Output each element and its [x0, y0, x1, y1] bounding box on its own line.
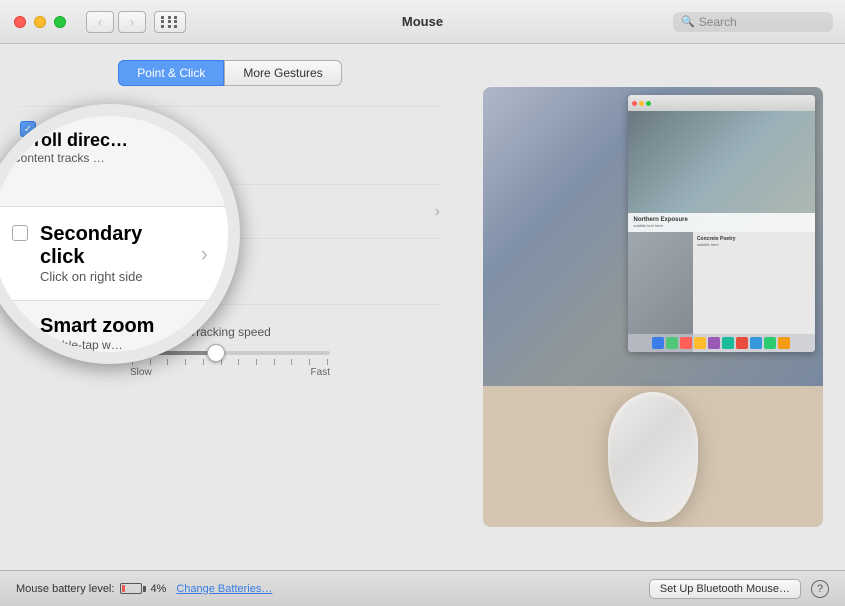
slider-labels: Slow Fast [130, 367, 330, 378]
preview-desktop: Northern Exposure subtitle text here Con… [483, 87, 823, 386]
pw-close [632, 101, 637, 106]
bottom-bar: Mouse battery level: 4% Change Batteries… [0, 570, 845, 606]
mag-smart-text: Smart zoom Double-tap w… [40, 315, 208, 352]
mag-secondary-title: Secondary click [40, 223, 189, 269]
main-content: Point & Click More Gestures Scroll direc… [0, 44, 845, 570]
pw-min [639, 101, 644, 106]
mag-smart-zoom: Smart zoom Double-tap w… [0, 301, 228, 352]
mag-secondary-checkbox [12, 225, 28, 241]
mouse-image-area [483, 386, 823, 527]
preview-window-content: Northern Exposure subtitle text here Con… [628, 111, 815, 352]
dock-icon-4 [694, 337, 706, 349]
back-button[interactable]: ‹ [86, 11, 114, 33]
slider-fast-label: Fast [311, 367, 330, 378]
mag-secondary-click: Secondary click Click on right side › [0, 206, 228, 301]
mag-smart-sub: Double-tap w… [40, 338, 208, 352]
setup-bluetooth-button[interactable]: Set Up Bluetooth Mouse… [649, 579, 801, 599]
dock-icon-10 [778, 337, 790, 349]
mouse-preview: Northern Exposure subtitle text here Con… [483, 87, 823, 527]
slider-ticks [130, 359, 330, 365]
search-placeholder: Search [699, 15, 737, 29]
secondary-click-arrow: › [435, 203, 440, 221]
card-top-subtitle: subtitle text here [634, 223, 809, 228]
left-panel: Point & Click More Gestures Scroll direc… [0, 44, 460, 570]
dock-icon-8 [750, 337, 762, 349]
tabs-container: Point & Click More Gestures [20, 60, 440, 86]
battery-percentage: 4% [150, 583, 166, 595]
card-bottom-sub: subtitle here [697, 242, 736, 247]
preview-card-top: Northern Exposure subtitle text here [628, 111, 815, 232]
chevron-left-icon: ‹ [98, 15, 102, 29]
window-title: Mouse [402, 14, 443, 29]
preview-window-titlebar [628, 95, 815, 111]
dock-icon-1 [652, 337, 664, 349]
tracking-slider-container: Slow Fast [130, 351, 330, 378]
mouse-shape [608, 392, 698, 522]
slider-slow-label: Slow [130, 367, 152, 378]
search-box[interactable]: 🔍 Search [673, 12, 833, 32]
dock-icon-3 [680, 337, 692, 349]
dock-icon-9 [764, 337, 776, 349]
tab-more-gestures[interactable]: More Gestures [224, 60, 341, 86]
battery-icon [120, 583, 146, 594]
mag-secondary-text: Secondary click Click on right side [40, 223, 189, 284]
mag-smart-title: Smart zoom [40, 315, 208, 338]
tab-point-click[interactable]: Point & Click [118, 60, 224, 86]
card-bottom-title: Concrete Poetry [697, 236, 736, 242]
window-controls [0, 16, 66, 28]
mag-scroll-sub: Content tracks … [12, 151, 208, 165]
battery-fill [122, 585, 125, 592]
right-panel: Northern Exposure subtitle text here Con… [460, 44, 845, 570]
mag-scroll-title: Scroll direc… [12, 130, 208, 151]
dock-icon-2 [666, 337, 678, 349]
dock-icon-5 [708, 337, 720, 349]
search-icon: 🔍 [681, 15, 695, 28]
magnifier-inner: Scroll direc… Content tracks … Secondary… [0, 116, 228, 352]
change-batteries-button[interactable]: Change Batteries… [176, 583, 272, 595]
mag-smart-checkbox [12, 317, 28, 333]
card-title-overlay: Northern Exposure subtitle text here [628, 213, 815, 232]
help-button[interactable]: ? [811, 580, 829, 598]
navigation-buttons: ‹ › [66, 11, 186, 33]
preview-window: Northern Exposure subtitle text here Con… [628, 95, 815, 352]
mag-scroll-dir: Scroll direc… Content tracks … [12, 130, 208, 165]
pw-max [646, 101, 651, 106]
titlebar: ‹ › Mouse 🔍 Search [0, 0, 845, 44]
minimize-button[interactable] [34, 16, 46, 28]
battery-label: Mouse battery level: [16, 583, 114, 595]
mag-secondary-sub: Click on right side [40, 269, 189, 284]
maximize-button[interactable] [54, 16, 66, 28]
mag-secondary-arrow: › [201, 241, 208, 267]
grid-button[interactable] [154, 11, 186, 33]
dock-icon-6 [722, 337, 734, 349]
battery-tip [143, 586, 146, 592]
chevron-right-icon: › [130, 15, 134, 29]
close-button[interactable] [14, 16, 26, 28]
preview-dock [628, 334, 815, 352]
grid-icon [161, 16, 179, 28]
magnifier: Scroll direc… Content tracks … Secondary… [0, 104, 240, 364]
battery-body [120, 583, 142, 594]
forward-button[interactable]: › [118, 11, 146, 33]
dock-icon-7 [736, 337, 748, 349]
